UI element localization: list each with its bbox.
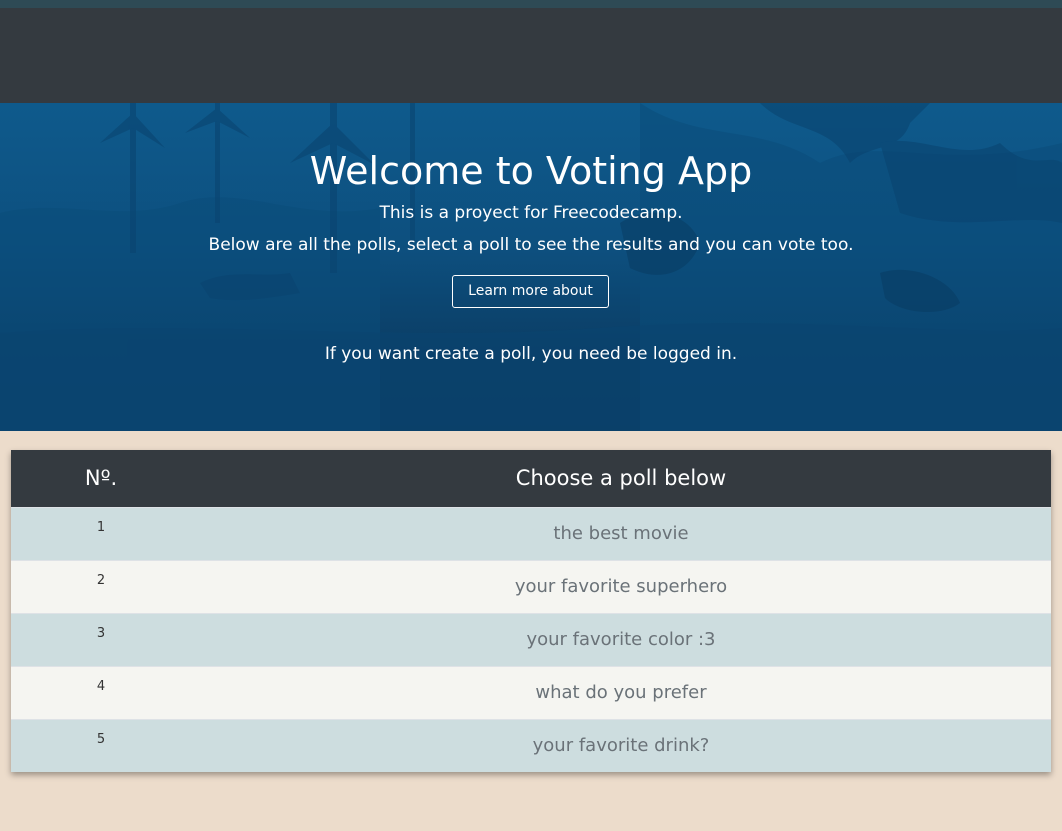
poll-number: 1: [11, 506, 191, 560]
login-note: If you want create a poll, you need be l…: [324, 344, 738, 364]
table-row[interactable]: 2 your favorite superhero: [11, 559, 1051, 613]
poll-number: 4: [11, 665, 191, 719]
poll-column-header: Choose a poll below: [515, 466, 727, 491]
polls-table-container: Nº. Choose a poll below 1 the best movie…: [11, 450, 1051, 772]
table-row[interactable]: 3 your favorite color :3: [11, 612, 1051, 666]
top-accent-strip: [0, 0, 1062, 8]
poll-link[interactable]: your favorite superhero: [191, 559, 1051, 613]
poll-link[interactable]: what do you prefer: [191, 665, 1051, 719]
poll-number: 2: [11, 559, 191, 613]
navbar: [0, 8, 1062, 103]
table-row[interactable]: 4 what do you prefer: [11, 665, 1051, 719]
hero-subtitle: This is a proyect for Freecodecamp.: [379, 203, 683, 223]
poll-link[interactable]: the best movie: [191, 506, 1051, 560]
poll-link[interactable]: your favorite drink?: [191, 718, 1051, 772]
table-header-row: Nº. Choose a poll below: [11, 450, 1051, 507]
table-row[interactable]: 1 the best movie: [11, 506, 1051, 560]
page-title: Welcome to Voting App: [309, 149, 753, 193]
polls-table: Nº. Choose a poll below 1 the best movie…: [11, 450, 1051, 772]
poll-number: 3: [11, 612, 191, 666]
poll-number: 5: [11, 718, 191, 772]
poll-link[interactable]: your favorite color :3: [191, 612, 1051, 666]
table-row[interactable]: 5 your favorite drink?: [11, 718, 1051, 772]
number-column-header: Nº.: [84, 466, 118, 491]
learn-more-button[interactable]: Learn more about: [452, 275, 609, 308]
hero-banner: Welcome to Voting App This is a proyect …: [0, 103, 1062, 431]
hero-description: Below are all the polls, select a poll t…: [208, 235, 854, 255]
